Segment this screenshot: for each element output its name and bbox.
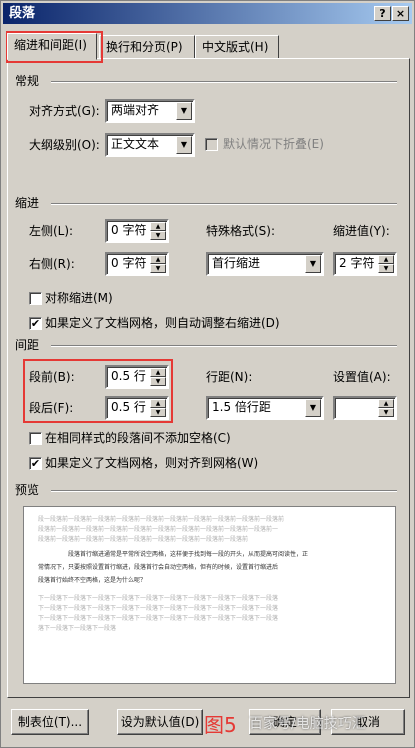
spin-down-icon[interactable]: ▼	[150, 231, 166, 240]
spin-up-icon[interactable]: ▲	[150, 255, 166, 264]
spin-down-icon[interactable]: ▼	[378, 264, 394, 273]
preview-next-line: 落下一段落下一段落下一段落	[38, 625, 117, 632]
outline-level-label: 大纲级别(O):	[29, 138, 100, 152]
snap-to-grid-label: 如果定义了文档网格，则对齐到网格(W)	[45, 456, 259, 470]
snap-to-grid-checkbox[interactable]: ✔	[29, 457, 42, 470]
tab-line-page-breaks[interactable]: 换行和分页(P)	[99, 35, 195, 59]
indent-left-label: 左侧(L):	[29, 224, 74, 238]
line-spacing-label: 行距(N):	[206, 370, 253, 384]
preview-prev-line: 段落前一段落前一段落前一段落前一段落前一段落前一段落前一段落前一段落前	[38, 536, 249, 543]
outline-level-value: 正文文本	[111, 137, 160, 151]
space-before-spinner[interactable]: 0.5 行 ▲ ▼	[105, 365, 169, 389]
spin-down-icon[interactable]: ▼	[150, 377, 166, 386]
collapse-label: 默认情况下折叠(E)	[223, 137, 324, 151]
preview-heading: 预览	[15, 483, 40, 497]
indent-by-value: 2 字符	[339, 256, 375, 270]
alignment-value: 两端对齐	[111, 103, 160, 117]
outline-level-dropdown[interactable]: 正文文本 ▼	[105, 133, 195, 157]
line-spacing-dropdown[interactable]: 1.5 倍行距 ▼	[206, 396, 324, 420]
spin-up-icon[interactable]: ▲	[150, 368, 166, 377]
no-space-same-style-label: 在相同样式的段落间不添加空格(C)	[45, 431, 231, 445]
spin-up-icon[interactable]: ▲	[150, 222, 166, 231]
no-space-same-style-checkbox[interactable]	[29, 432, 42, 445]
preview-prev-line: 段一段落前一段落前一段落前一段落前一段落前一段落前一段落前一段落前一段落前一段落…	[38, 516, 285, 523]
spacing-heading: 间距	[15, 338, 40, 352]
collapse-checkbox[interactable]	[205, 138, 218, 151]
indent-heading: 缩进	[15, 196, 40, 210]
space-before-label: 段前(B):	[29, 370, 75, 384]
divider	[51, 490, 397, 492]
chevron-down-icon[interactable]: ▼	[305, 399, 321, 417]
preview-next-line: 下一段落下一段落下一段落下一段落下一段落下一段落下一段落下一段落下一段落下一段落	[38, 595, 279, 602]
preview-sample-line: 常情况下，只要按照设置首行缩进，段落首行会自动空两格，但有的时候，设置首行缩进后	[38, 564, 279, 571]
indent-right-spinner[interactable]: 0 字符 ▲ ▼	[105, 252, 169, 276]
tab-indents-spacing[interactable]: 缩进和间距(I)	[7, 33, 97, 60]
indent-left-spinner[interactable]: 0 字符 ▲ ▼	[105, 219, 169, 243]
close-button[interactable]: ×	[392, 6, 409, 21]
spin-down-icon[interactable]: ▼	[150, 408, 166, 417]
space-after-spinner[interactable]: 0.5 行 ▲ ▼	[105, 396, 169, 420]
preview-next-line: 下一段落下一段落下一段落下一段落下一段落下一段落下一段落下一段落下一段落下一段落	[38, 605, 279, 612]
spacing-at-label: 设置值(A):	[333, 370, 391, 384]
chevron-down-icon[interactable]: ▼	[176, 136, 192, 154]
line-spacing-value: 1.5 倍行距	[212, 400, 271, 414]
alignment-dropdown[interactable]: 两端对齐 ▼	[105, 99, 195, 123]
title-bar: 段落 ? ×	[3, 3, 412, 24]
help-button[interactable]: ?	[374, 6, 391, 21]
set-default-button[interactable]: 设为默认值(D)	[117, 709, 203, 735]
indent-by-label: 缩进值(Y):	[333, 224, 390, 238]
preview-box: 段一段落前一段落前一段落前一段落前一段落前一段落前一段落前一段落前一段落前一段落…	[23, 506, 396, 684]
dialog-title: 段落	[9, 6, 36, 21]
spin-up-icon[interactable]: ▲	[150, 399, 166, 408]
chevron-down-icon[interactable]: ▼	[305, 255, 321, 273]
tabs-button[interactable]: 制表位(T)...	[11, 709, 89, 735]
preview-next-line: 下一段落下一段落下一段落下一段落下一段落下一段落下一段落下一段落下一段落下一段落	[38, 615, 279, 622]
spin-down-icon[interactable]: ▼	[378, 408, 394, 417]
special-indent-label: 特殊格式(S):	[206, 224, 276, 238]
tab-asian-typography[interactable]: 中文版式(H)	[195, 35, 279, 59]
preview-sample-line: 段落首行始终不空两格，这是为什么呢？	[38, 577, 147, 584]
space-before-value: 0.5 行	[111, 369, 146, 383]
spin-up-icon[interactable]: ▲	[378, 255, 394, 264]
special-indent-value: 首行缩进	[212, 256, 261, 270]
space-after-value: 0.5 行	[111, 400, 146, 414]
spin-down-icon[interactable]: ▼	[150, 264, 166, 273]
divider	[51, 81, 397, 83]
alignment-label: 对齐方式(G):	[29, 104, 100, 118]
spacing-at-spinner[interactable]: ▲ ▼	[333, 396, 397, 420]
chevron-down-icon[interactable]: ▼	[176, 102, 192, 120]
general-heading: 常规	[15, 74, 40, 88]
figure-label: 图5	[204, 713, 237, 737]
preview-sample-line: 段落首行缩进通常是平常所说空两格，这样便于找到每一段的开头，从而提高可阅读性，正	[68, 551, 309, 558]
indent-by-spinner[interactable]: 2 字符 ▲ ▼	[333, 252, 397, 276]
space-after-label: 段后(F):	[29, 401, 74, 415]
mirror-indents-label: 对称缩进(M)	[45, 291, 113, 305]
divider	[51, 203, 397, 205]
special-indent-dropdown[interactable]: 首行缩进 ▼	[206, 252, 324, 276]
divider	[51, 345, 397, 347]
preview-prev-line: 段落前一段落前一段落前一段落前一段落前一段落前一段落前一段落前一段落前一段落前一	[38, 526, 279, 533]
indent-right-label: 右侧(R):	[29, 257, 75, 271]
auto-adjust-label: 如果定义了文档网格，则自动调整右缩进(D)	[45, 316, 280, 330]
indent-left-value: 0 字符	[111, 223, 147, 237]
auto-adjust-checkbox[interactable]: ✔	[29, 317, 42, 330]
watermark: 百家号/电脑技巧汇	[249, 716, 366, 732]
paragraph-dialog: 段落 ? × 缩进和间距(I) 换行和分页(P) 中文版式(H) 常规 对齐方式…	[0, 0, 415, 748]
spin-up-icon[interactable]: ▲	[378, 399, 394, 408]
indent-right-value: 0 字符	[111, 256, 147, 270]
mirror-indents-checkbox[interactable]	[29, 292, 42, 305]
